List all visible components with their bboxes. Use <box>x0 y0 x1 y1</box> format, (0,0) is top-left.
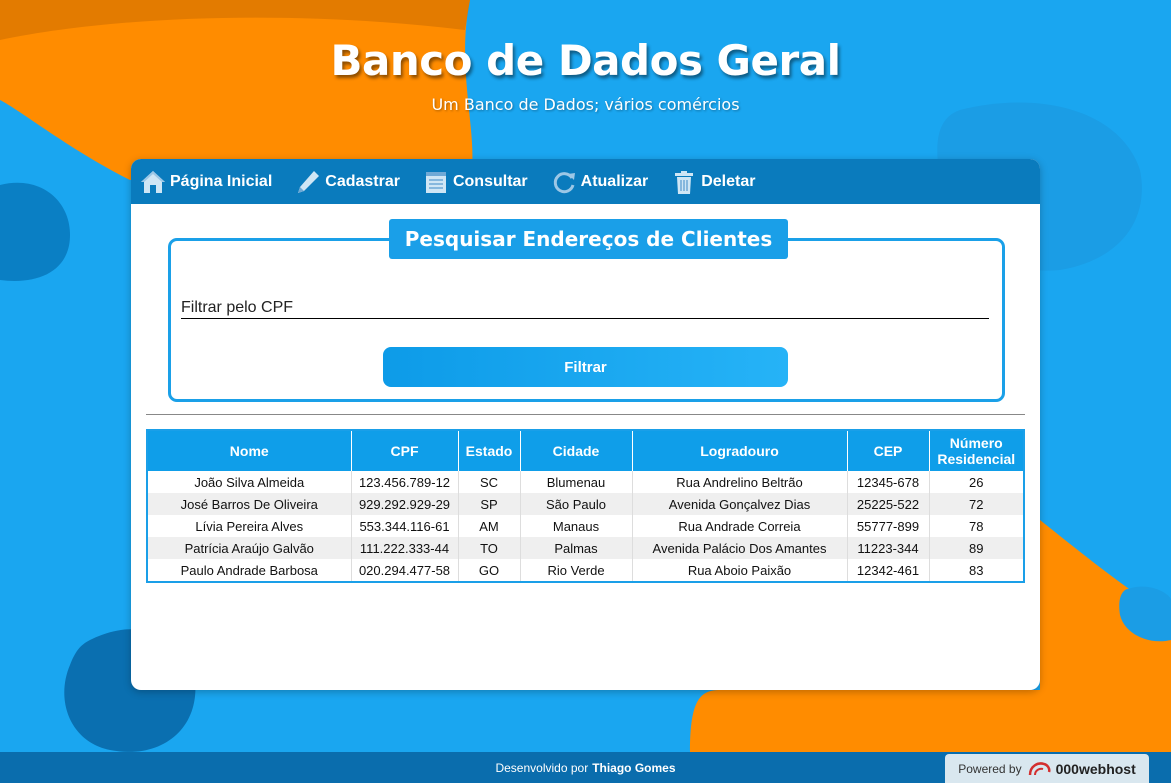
footer-author[interactable]: Thiago Gomes <box>592 761 675 775</box>
site-subtitle: Um Banco de Dados; vários comércios <box>431 95 740 114</box>
cell-cpf: 020.294.477-58 <box>351 559 459 582</box>
cell-cidade: Rio Verde <box>520 559 633 582</box>
column-header-numero[interactable]: Número Residencial <box>929 430 1024 471</box>
table-header-row: Nome CPF Estado Cidade Logradouro CEP Nú… <box>147 430 1024 471</box>
nav-item-label: Cadastrar <box>325 172 400 190</box>
cell-logradouro: Rua Andrelino Beltrão <box>632 471 848 493</box>
cell-nome: José Barros De Oliveira <box>147 493 352 515</box>
table-row[interactable]: Paulo Andrade Barbosa 020.294.477-58 GO … <box>147 559 1024 582</box>
nav-item-atualizar[interactable]: Atualizar <box>551 169 649 195</box>
column-header-cep[interactable]: CEP <box>847 430 930 471</box>
column-header-cidade[interactable]: Cidade <box>520 430 633 471</box>
webhost-logo-icon <box>1028 761 1052 777</box>
cell-logradouro: Avenida Palácio Dos Amantes <box>632 537 848 559</box>
home-icon <box>140 169 166 195</box>
notepad-icon <box>423 169 449 195</box>
cell-estado: AM <box>458 515 521 537</box>
nav-item-label: Página Inicial <box>170 172 273 190</box>
search-title: Pesquisar Endereços de Clientes <box>389 219 788 259</box>
cell-cpf: 111.222.333-44 <box>351 537 459 559</box>
table-row[interactable]: Patrícia Araújo Galvão 111.222.333-44 TO… <box>147 537 1024 559</box>
cell-cep: 55777-899 <box>847 515 930 537</box>
cell-cidade: São Paulo <box>520 493 633 515</box>
table-row[interactable]: José Barros De Oliveira 929.292.929-29 S… <box>147 493 1024 515</box>
cell-cep: 25225-522 <box>847 493 930 515</box>
cell-logradouro: Rua Aboio Paixão <box>632 559 848 582</box>
site-title: Banco de Dados Geral <box>330 36 841 85</box>
cell-estado: GO <box>458 559 521 582</box>
column-header-nome[interactable]: Nome <box>147 430 352 471</box>
refresh-icon <box>551 169 577 195</box>
column-header-cpf[interactable]: CPF <box>351 430 459 471</box>
cell-numero: 26 <box>969 474 984 490</box>
cell-nome: João Silva Almeida <box>147 471 352 493</box>
cell-numero: 72 <box>929 493 1024 515</box>
clients-table: Nome CPF Estado Cidade Logradouro CEP Nú… <box>146 429 1025 583</box>
cell-cidade: Palmas <box>520 537 633 559</box>
search-panel: Pesquisar Endereços de Clientes Filtrar <box>168 219 1005 402</box>
cell-estado: TO <box>458 537 521 559</box>
cell-numero: 78 <box>969 518 984 534</box>
powered-by-brand: 000webhost <box>1055 760 1136 777</box>
nav-item-label: Consultar <box>452 172 528 190</box>
cell-nome: Paulo Andrade Barbosa <box>147 559 352 582</box>
powered-by-label: Powered by <box>958 761 1022 776</box>
main-card: Página Inicial Cadastrar Consultar Atual… <box>131 159 1040 690</box>
cell-cep: 12342-461 <box>847 559 930 582</box>
cell-cpf: 123.456.789-12 <box>351 471 459 493</box>
powered-by-badge[interactable]: Powered by 000webhost <box>945 754 1149 783</box>
pencil-icon <box>295 169 321 195</box>
site-header: Banco de Dados Geral Um Banco de Dados; … <box>0 0 1171 114</box>
nav-item-deletar[interactable]: Deletar <box>671 169 755 195</box>
cell-cpf: 553.344.116-61 <box>351 515 459 537</box>
cell-cidade: Manaus <box>520 515 633 537</box>
cell-numero: 83 <box>969 562 984 578</box>
cell-logradouro: Rua Andrade Correia <box>632 515 848 537</box>
cpf-filter-input[interactable] <box>181 298 989 319</box>
cell-nome: Patrícia Araújo Galvão <box>147 537 352 559</box>
cell-nome: Lívia Pereira Alves <box>147 515 352 537</box>
nav-item-cadastrar[interactable]: Cadastrar <box>295 169 400 195</box>
cell-numero: 89 <box>929 537 1024 559</box>
column-header-estado[interactable]: Estado <box>458 430 521 471</box>
divider <box>146 414 1025 415</box>
trash-icon <box>671 169 697 195</box>
cell-cpf: 929.292.929-29 <box>351 493 459 515</box>
nav-item-home[interactable]: Página Inicial <box>140 169 272 195</box>
nav-item-label: Deletar <box>701 172 756 190</box>
column-header-logradouro[interactable]: Logradouro <box>632 430 848 471</box>
nav-bar: Página Inicial Cadastrar Consultar Atual… <box>131 159 1040 204</box>
cell-cep: 12345-678 <box>847 471 930 493</box>
filter-button[interactable]: Filtrar <box>383 347 788 387</box>
cell-cep: 11223-344 <box>847 537 930 559</box>
table-row[interactable]: Lívia Pereira Alves 553.344.116-61 AM Ma… <box>147 515 1024 537</box>
nav-item-consultar[interactable]: Consultar <box>423 169 528 195</box>
site-footer: Desenvolvido por Thiago Gomes Powered by… <box>0 752 1171 783</box>
cell-estado: SP <box>458 493 521 515</box>
cell-estado: SC <box>458 471 521 493</box>
table-row[interactable]: João Silva Almeida 123.456.789-12 SC Blu… <box>147 471 1024 493</box>
footer-prefix: Desenvolvido por <box>495 760 589 775</box>
cell-cidade: Blumenau <box>520 471 633 493</box>
nav-item-label: Atualizar <box>580 172 649 190</box>
cell-logradouro: Avenida Gonçalvez Dias <box>632 493 848 515</box>
